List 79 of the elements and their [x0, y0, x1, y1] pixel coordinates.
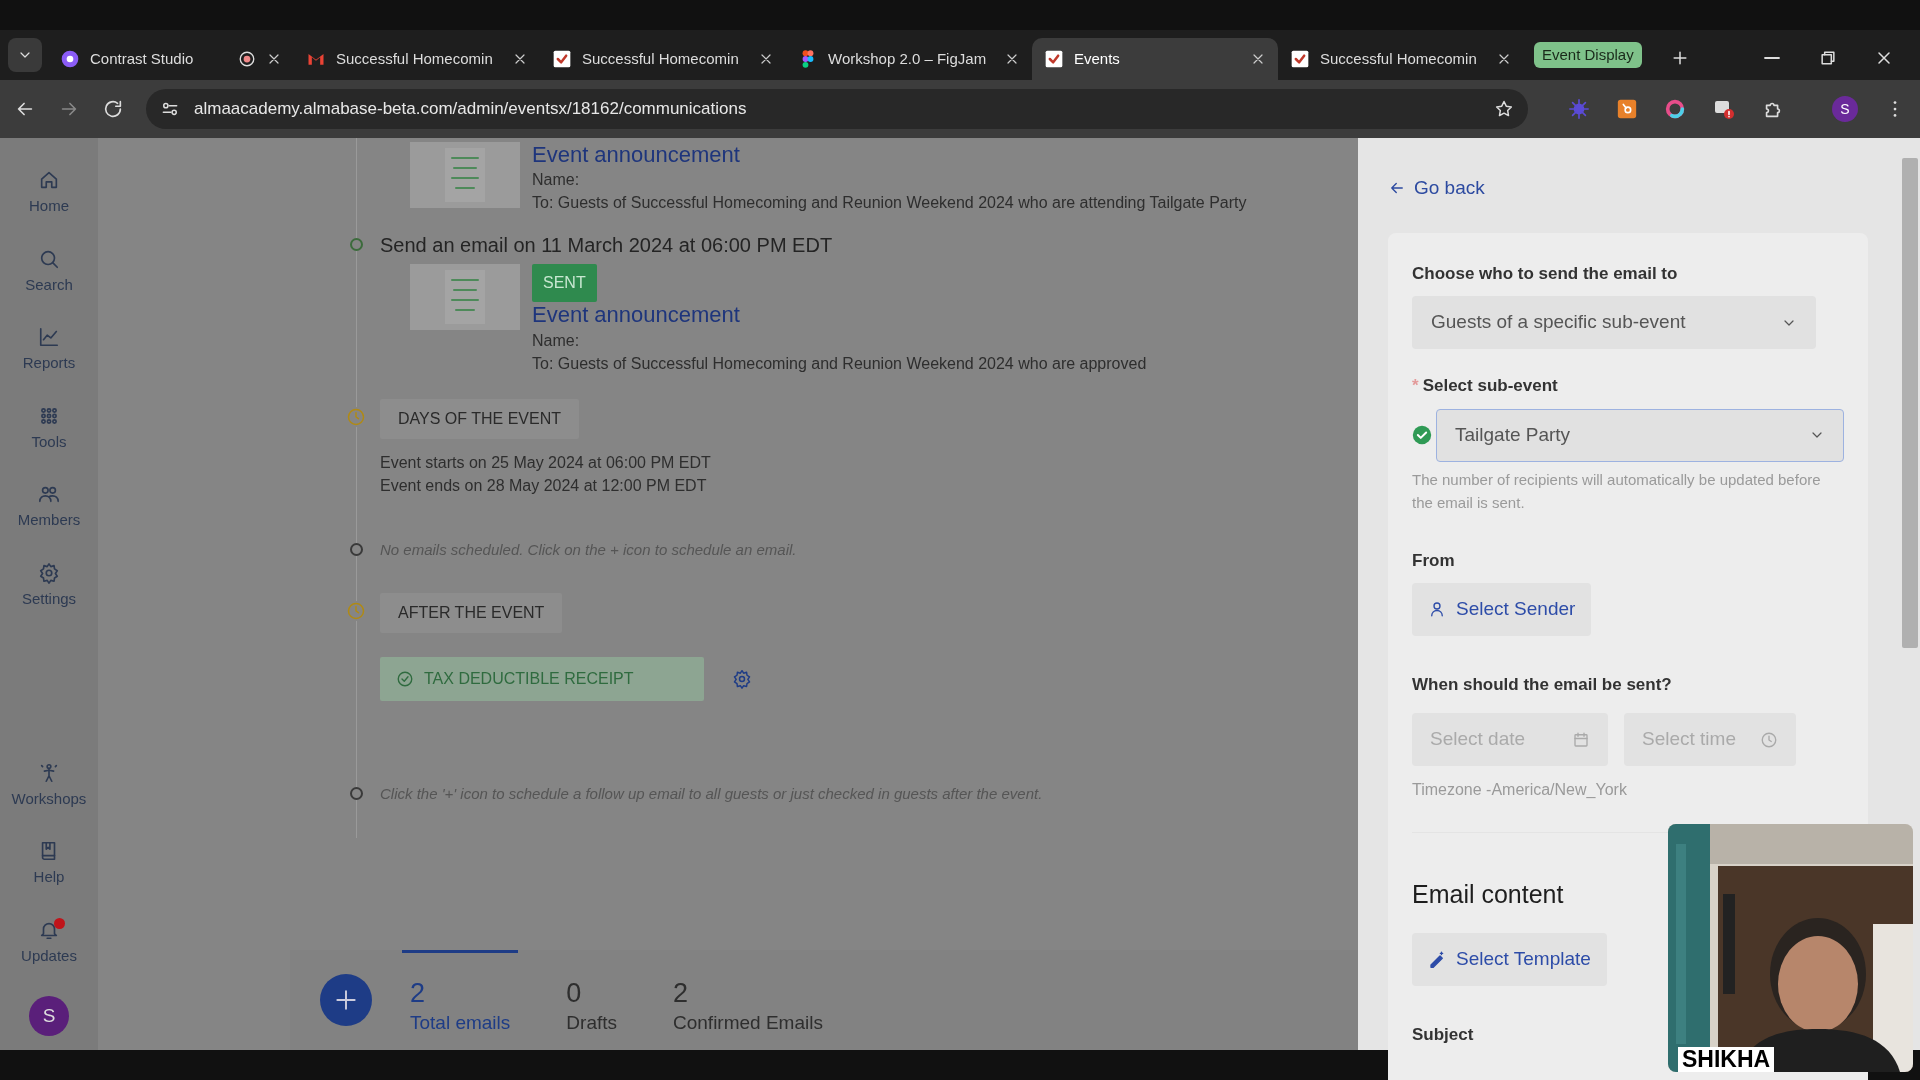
chart-icon — [38, 326, 60, 348]
receipt-tag[interactable]: TAX DEDUCTIBLE RECEIPT — [380, 657, 704, 702]
browser-tab[interactable]: Successful Homecomin — [294, 38, 540, 80]
user-icon — [1428, 600, 1446, 619]
date-field[interactable]: Select date — [1412, 713, 1608, 766]
browser-tab[interactable]: Successful Homecomin — [540, 38, 786, 80]
clock-icon — [1760, 730, 1778, 749]
time-field[interactable]: Select time — [1624, 713, 1796, 766]
select-template-button[interactable]: Select Template — [1412, 933, 1607, 986]
select-sender-button[interactable]: Select Sender — [1412, 583, 1592, 636]
timezone-text: Timezone -America/New_York — [1412, 780, 1628, 800]
timeline-dot — [350, 542, 363, 556]
event-date-text: Event starts on 25 May 2024 at 06:00 PM EDT — [380, 452, 711, 473]
section-heading: Email content — [1412, 879, 1565, 909]
user-avatar[interactable]: S — [29, 996, 69, 1036]
recipients-text: To: Guests of Successful Homecoming and Reunion Weekend 2024 who are attending Tailgate Party — [532, 193, 1247, 214]
required-mark: * — [1412, 375, 1419, 397]
home-icon — [38, 169, 60, 191]
help-text: The number of recipients will automatically be updated before the email is sent. — [1412, 469, 1822, 513]
phase-label: DAYS OF THE EVENT — [380, 398, 579, 439]
email-schedule-heading: Send an email on 11 March 2024 at 06:00 PM EDT — [380, 233, 834, 259]
tab-group-label[interactable]: Event Display — [1534, 41, 1642, 68]
sidebar-item[interactable]: Search — [0, 246, 98, 297]
ring-icon[interactable] — [1664, 98, 1686, 120]
sidebar-item[interactable]: Workshops — [0, 760, 98, 811]
field-label: Subject — [1412, 1023, 1475, 1046]
tab-search-button[interactable] — [8, 38, 42, 72]
field-label: Choose who to send the email to — [1412, 262, 1679, 285]
sub-event-select[interactable]: Tailgate Party — [1436, 408, 1844, 462]
timeline-dot — [350, 238, 363, 252]
name-label: Name: — [532, 170, 581, 191]
profile-avatar[interactable]: S — [1832, 96, 1858, 122]
browser-tab[interactable]: Workshop 2.0 – FigJam — [786, 38, 1032, 80]
timeline-dot — [350, 787, 363, 801]
check-circle-icon — [396, 670, 414, 689]
url-text: almaacademy.almabase-beta.com/admin/eventsx/18162/communications — [194, 98, 748, 121]
checkmark-icon — [1044, 49, 1064, 69]
minimize-icon — [1764, 56, 1780, 59]
address-bar[interactable]: almaacademy.almabase-beta.com/admin/eventsx/18162/communications — [146, 89, 1528, 129]
magic-pencil-icon — [1428, 950, 1446, 969]
sidebar-item[interactable]: Help — [0, 839, 98, 890]
email-title[interactable]: Event announcement — [532, 142, 1247, 169]
status-badge: SENT — [532, 264, 597, 303]
sidebar-item[interactable]: Home — [0, 168, 98, 219]
stats-tab[interactable]: 2 Confirmed Emails — [665, 950, 831, 1050]
checkmark-icon — [552, 49, 572, 69]
event-date-text: Event ends on 28 May 2024 at 12:00 PM EDT — [380, 475, 708, 496]
field-label: When should the email be sent? — [1412, 673, 1673, 696]
extension-icon[interactable] — [1616, 98, 1638, 120]
name-label: Name: — [532, 330, 581, 351]
clock-icon — [346, 601, 366, 622]
sidebar-item[interactable]: Reports — [0, 325, 98, 376]
sidebar-item[interactable]: Members — [0, 482, 98, 533]
contrast-icon — [60, 49, 80, 69]
browser-tab[interactable]: Successful Homecomin — [1278, 38, 1524, 80]
add-button[interactable] — [320, 974, 372, 1026]
field-label: From — [1412, 549, 1456, 572]
recipients-text: To: Guests of Successful Homecoming and Reunion Weekend 2024 who are approved — [532, 353, 1147, 374]
sidebar-item[interactable]: Settings — [0, 560, 98, 611]
settings-icon — [38, 561, 60, 584]
browser-tab[interactable]: Contrast Studio — [48, 38, 294, 80]
sidebar-item[interactable]: Tools — [0, 403, 98, 454]
star-icon[interactable] — [1494, 99, 1514, 119]
recipient-select[interactable]: Guests of a specific sub-event — [1412, 296, 1816, 349]
checkmark-icon — [1290, 49, 1310, 69]
browser-tab[interactable]: Events — [1032, 38, 1278, 80]
email-title[interactable]: Event announcement — [532, 302, 1147, 329]
reload-icon — [102, 98, 124, 120]
phase-label: AFTER THE EVENT — [380, 593, 563, 634]
calendar-icon — [1572, 730, 1590, 749]
sidebar-item[interactable]: Updates — [0, 917, 98, 968]
stats-tab[interactable]: 0 Drafts — [558, 950, 625, 1050]
settings-icon[interactable] — [732, 669, 752, 690]
person-icon — [38, 761, 60, 784]
participant-name: SHIKHA — [1678, 1046, 1775, 1072]
reload-button[interactable] — [102, 98, 124, 120]
clock-icon — [346, 406, 366, 427]
field-label: Select sub-event — [1422, 375, 1558, 397]
back-link[interactable]: Go back — [1388, 174, 1485, 203]
